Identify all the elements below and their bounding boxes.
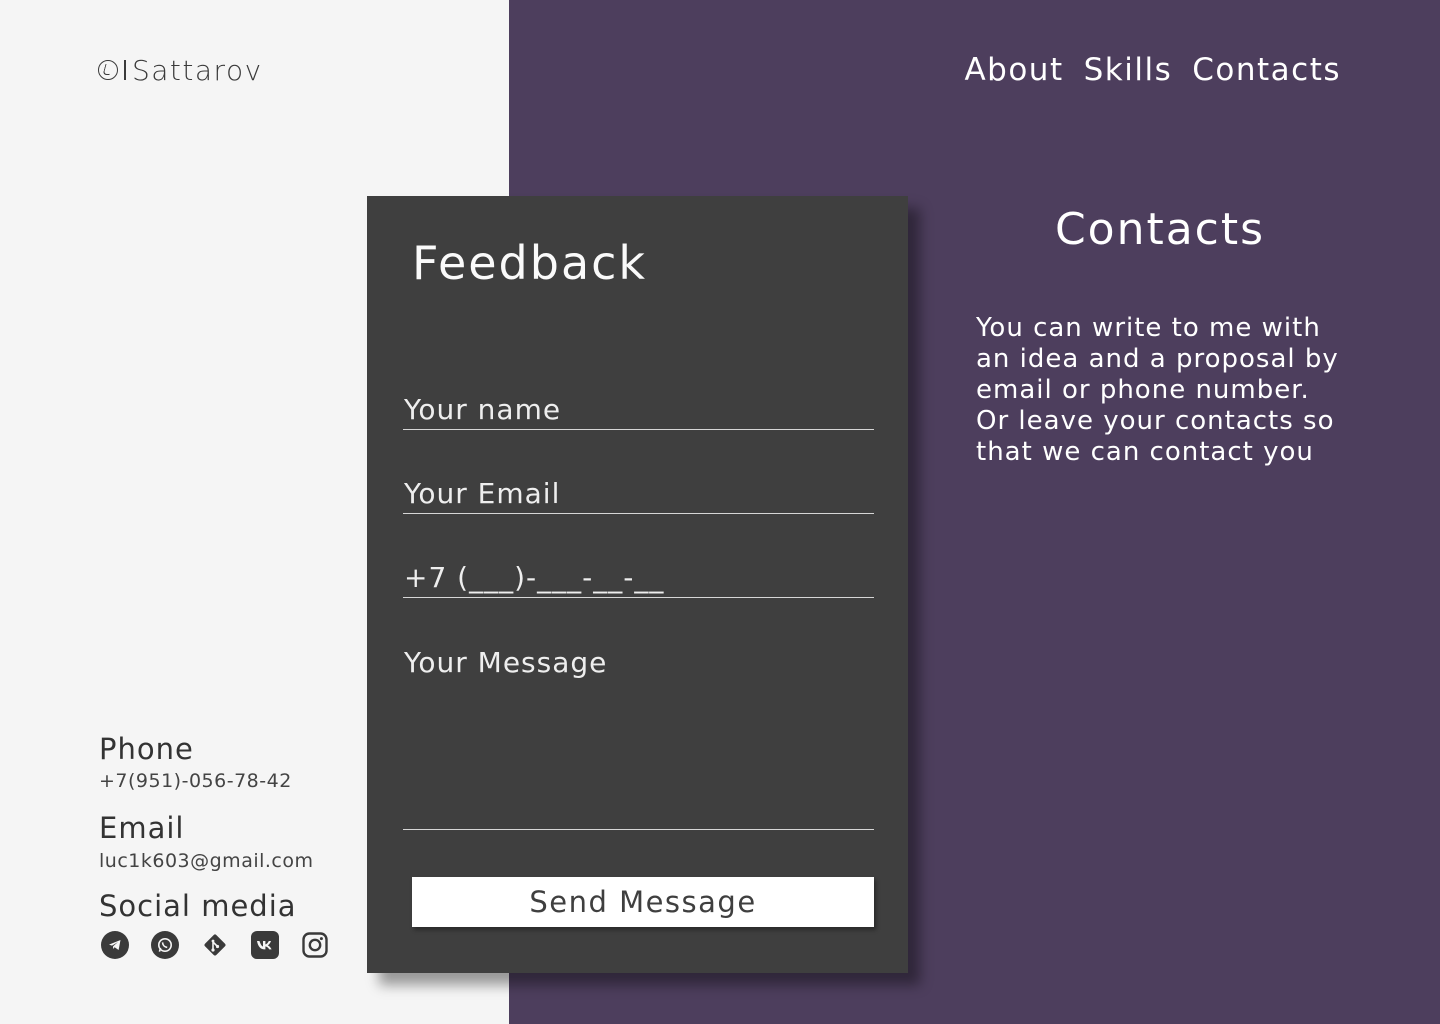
contacts-description-line: You can write to me with an idea and a p…	[976, 313, 1339, 405]
phone-input[interactable]	[403, 558, 874, 598]
email-value[interactable]: luc1k603@gmail.com	[99, 850, 314, 872]
instagram-icon[interactable]	[301, 931, 329, 959]
logo[interactable]: Sattarov	[98, 53, 263, 87]
contacts-title: Contacts	[1054, 204, 1266, 255]
social-media-label: Social media	[99, 889, 297, 923]
nav-link-skills[interactable]: Skills	[1084, 52, 1173, 88]
name-input[interactable]	[403, 390, 874, 430]
git-icon[interactable]	[201, 931, 229, 959]
vk-icon[interactable]	[251, 931, 279, 959]
send-message-button[interactable]: Send Message	[412, 877, 874, 927]
feedback-card: Feedback Send Message	[367, 196, 908, 973]
contacts-description-line: Or leave your contacts so that we can co…	[976, 406, 1335, 467]
whatsapp-icon[interactable]	[151, 931, 179, 959]
logo-divider	[124, 60, 126, 80]
feedback-title: Feedback	[412, 236, 648, 290]
contacts-description: You can write to me with an idea and a p…	[976, 313, 1356, 468]
email-label: Email	[99, 811, 185, 845]
phone-value[interactable]: +7(951)-056-78-42	[99, 770, 292, 792]
nav-link-about[interactable]: About	[964, 52, 1063, 88]
phone-label: Phone	[99, 732, 194, 766]
message-textarea[interactable]	[403, 642, 874, 830]
telegram-icon[interactable]	[101, 931, 129, 959]
logo-icon	[98, 60, 118, 80]
social-links	[101, 931, 329, 959]
email-input[interactable]	[403, 474, 874, 514]
nav-link-contacts[interactable]: Contacts	[1192, 52, 1341, 88]
logo-text: Sattarov	[132, 53, 263, 87]
main-nav: About Skills Contacts	[964, 52, 1341, 88]
